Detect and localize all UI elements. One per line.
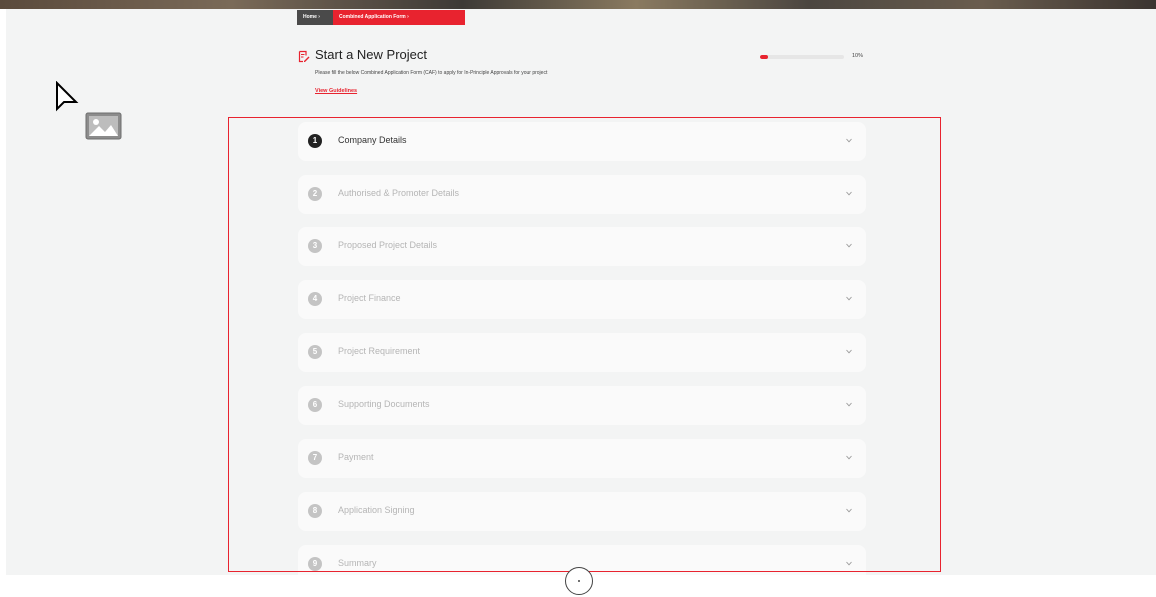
breadcrumb-current[interactable]: Combined Application Form ›: [333, 10, 465, 25]
breadcrumb-home[interactable]: Home ›: [297, 10, 333, 25]
progress-bar: [760, 55, 844, 59]
document-pen-icon: [298, 50, 310, 63]
view-guidelines-link[interactable]: View Guidelines: [315, 88, 357, 94]
scroll-indicator-icon[interactable]: [565, 567, 593, 595]
mouse-pointer-icon: [56, 81, 79, 112]
highlight-box: [228, 117, 941, 572]
page-title: Start a New Project: [315, 47, 427, 62]
breadcrumb: Home › Combined Application Form ›: [297, 10, 465, 25]
image-placeholder-icon: [85, 112, 122, 140]
page-subtitle: Please fill the below Combined Applicati…: [315, 70, 548, 76]
scroll-indicator-dot: [578, 580, 580, 582]
top-banner-strip: [0, 0, 1156, 9]
progress-bar-fill: [760, 55, 769, 59]
progress-label: 10%: [852, 53, 864, 59]
